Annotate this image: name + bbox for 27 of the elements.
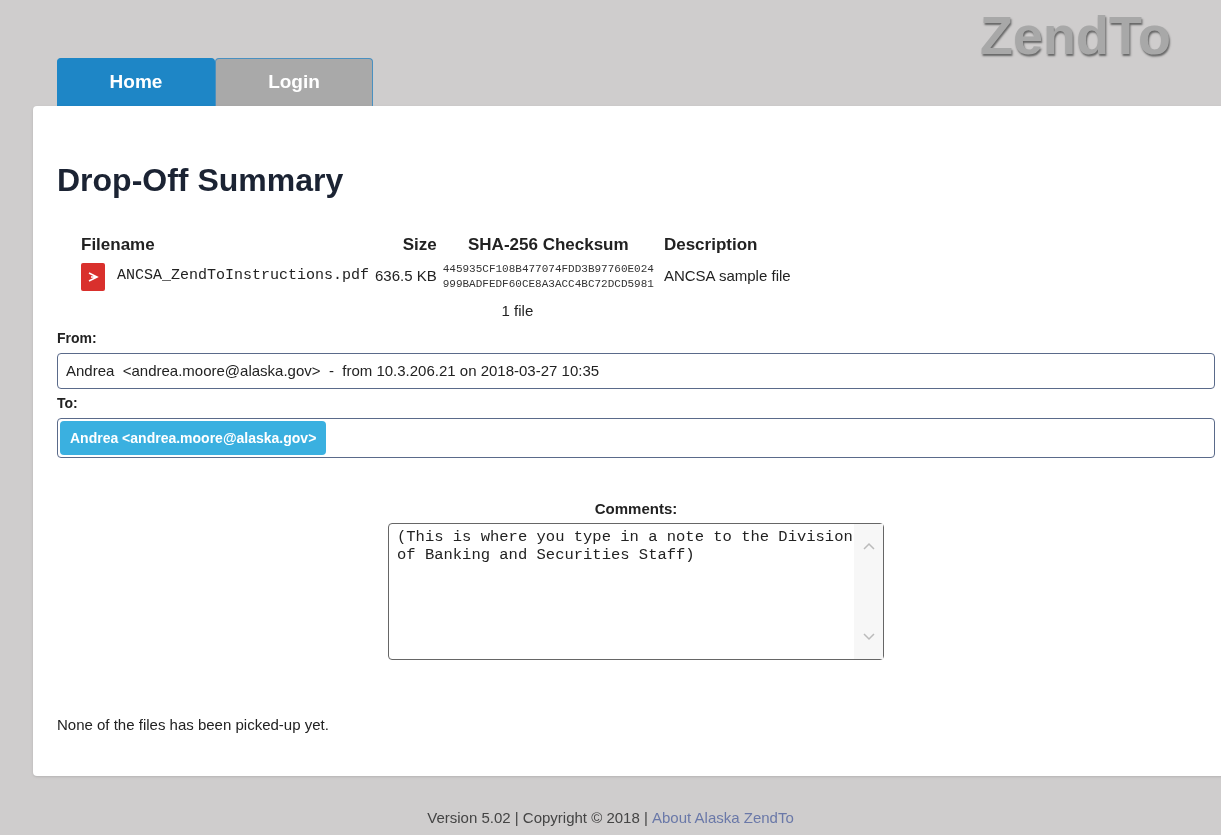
page-heading: Drop-Off Summary	[57, 161, 345, 200]
column-header: SHA-256 Checksum	[468, 235, 629, 254]
scroll-down-icon[interactable]	[862, 632, 875, 641]
scroll-up-icon[interactable]	[862, 541, 875, 550]
file-name: ANCSA_ZendToInstructions.pdf	[116, 267, 369, 285]
from-field: Andrea <andrea.moore@alaska.gov> - from 10.3.206.21 on 2018-03-27 10:35	[57, 353, 1215, 389]
field-label: From:	[57, 330, 97, 346]
recipient-chip[interactable]: Andrea <andrea.moore@alaska.gov>	[60, 421, 327, 455]
comments-text: (This is where you type in a note to the Division of Banking and Securities Staff)	[397, 527, 854, 564]
about-link[interactable]: About Alaska ZendTo	[652, 807, 794, 830]
file-description: ANCSA sample file	[663, 267, 791, 285]
checksum: 445935CF108B477074FDD3B97760E024	[442, 261, 654, 277]
file-count: 1 file	[501, 301, 534, 319]
column-header: Size	[402, 235, 437, 254]
pdf-icon	[81, 262, 105, 291]
logo: ZendTo	[980, 8, 1171, 62]
comments-field[interactable]: (This is where you type in a note to the Division of Banking and Securities Staff)	[388, 522, 884, 660]
field-label: To:	[57, 395, 78, 411]
footer-text: Version 5.02 | Copyright © 2018 |	[427, 808, 649, 829]
file-size: 636.5 KB	[374, 267, 437, 285]
column-header: Description	[663, 235, 758, 254]
checksum: 999BADFEDF60CE8A3ACC4BC72DCD5981	[442, 276, 654, 292]
column-header: Filename	[81, 235, 155, 254]
nav-tab[interactable]: Login	[215, 58, 373, 106]
pickup-status: None of the files has been picked-up yet.	[57, 714, 330, 735]
comments-label: Comments:	[594, 499, 678, 519]
nav-tab[interactable]: Home	[57, 58, 215, 106]
